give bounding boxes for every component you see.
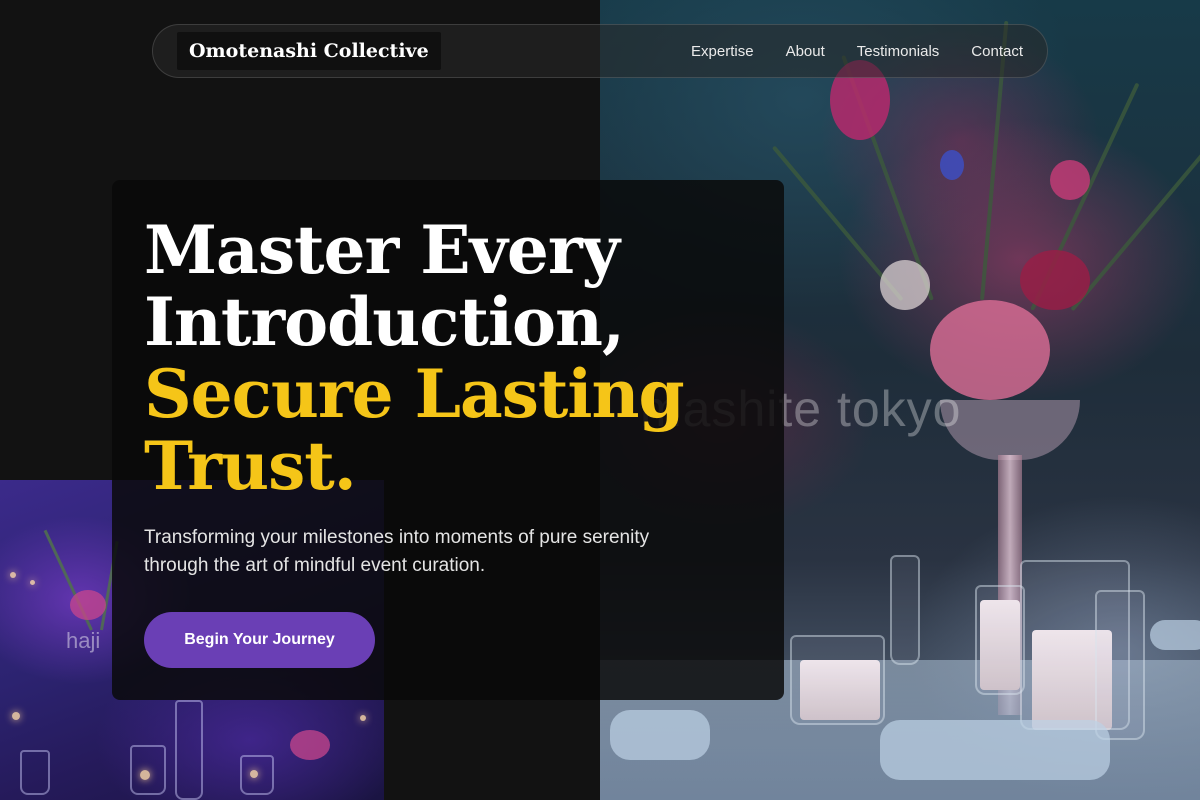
inset-photo-watermark: haji: [66, 628, 101, 653]
nav-link-about[interactable]: About: [786, 43, 825, 60]
nav-link-contact[interactable]: Contact: [971, 43, 1023, 60]
headline-accent-line-2: Trust.: [144, 427, 357, 505]
hero-headline: Master Every Introduction, Secure Lastin…: [144, 214, 784, 502]
begin-journey-button[interactable]: Begin Your Journey: [144, 612, 375, 668]
hero-subtitle: Transforming your milestones into moment…: [144, 524, 744, 580]
top-navigation: Omotenashi Collective Expertise About Te…: [152, 24, 1048, 78]
nav-link-expertise[interactable]: Expertise: [691, 43, 754, 60]
nav-links: Expertise About Testimonials Contact: [691, 43, 1023, 60]
headline-accent-line-1: Secure Lasting: [144, 355, 685, 433]
headline-line-1: Master Every: [144, 211, 620, 289]
headline-line-2: Introduction,: [144, 283, 625, 361]
nav-link-testimonials[interactable]: Testimonials: [857, 43, 940, 60]
subtitle-line-2: through the art of mindful event curatio…: [144, 555, 486, 576]
subtitle-line-1: Transforming your milestones into moment…: [144, 527, 650, 548]
brand-logo[interactable]: Omotenashi Collective: [177, 32, 441, 70]
